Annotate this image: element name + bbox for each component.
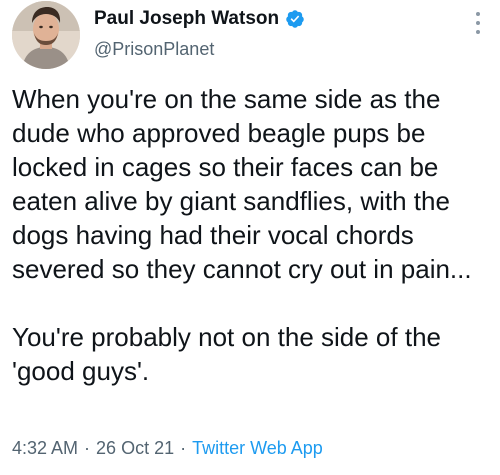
verified-badge-icon bbox=[285, 9, 305, 29]
avatar[interactable] bbox=[12, 1, 80, 69]
tweet-text: When you're on the same side as the dude… bbox=[12, 82, 492, 388]
meta-separator: · bbox=[180, 438, 187, 458]
tweet-meta: 4:32 AM · 26 Oct 21 · Twitter Web App bbox=[12, 438, 323, 459]
author-name-row[interactable]: Paul Joseph Watson bbox=[94, 8, 305, 30]
tweet-paragraph-2: You're probably not on the side of the '… bbox=[12, 322, 441, 386]
tweet-source-link[interactable]: Twitter Web App bbox=[192, 438, 323, 458]
avatar-portrait-icon bbox=[12, 1, 80, 69]
meta-separator: · bbox=[84, 438, 91, 458]
tweet-date[interactable]: 26 Oct 21 bbox=[96, 438, 174, 458]
author-handle[interactable]: @PrisonPlanet bbox=[94, 39, 214, 60]
more-dot bbox=[476, 21, 480, 25]
more-dot bbox=[476, 12, 480, 16]
author-display-name[interactable]: Paul Joseph Watson bbox=[94, 8, 279, 30]
tweet-time[interactable]: 4:32 AM bbox=[12, 438, 78, 458]
tweet-card: Paul Joseph Watson @PrisonPlanet When yo… bbox=[0, 0, 500, 475]
tweet-paragraph-1: When you're on the same side as the dude… bbox=[12, 84, 472, 284]
more-dot bbox=[476, 30, 480, 34]
more-options-icon[interactable] bbox=[470, 10, 486, 36]
